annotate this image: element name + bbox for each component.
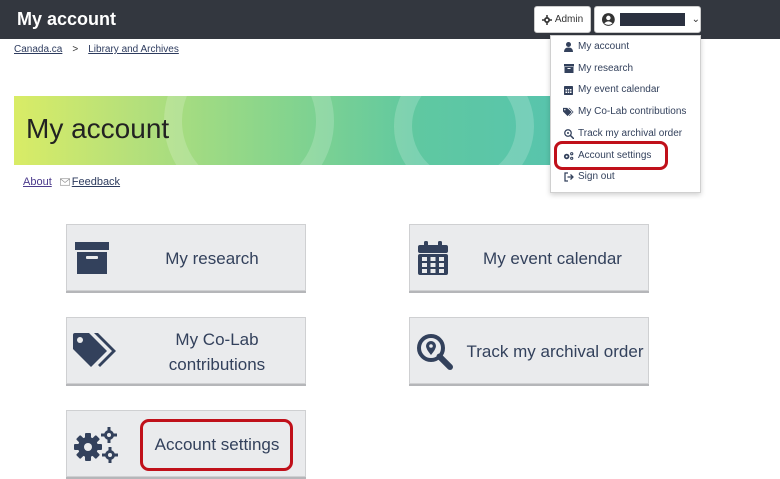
search-location-icon (563, 128, 574, 139)
track-archival-order-tile[interactable]: Track my archival order (409, 317, 649, 384)
menu-item-my-research[interactable]: My research (563, 63, 633, 74)
page-title: My account (26, 113, 170, 144)
about-link[interactable]: About (23, 176, 52, 188)
archive-box-icon (75, 242, 109, 274)
account-settings-tile[interactable]: Account settings (66, 410, 306, 477)
menu-item-my-colab-contributions[interactable]: My Co-Lab contributions (563, 106, 686, 117)
menu-item-label: Track my archival order (578, 128, 683, 139)
menu-item-label: My account (578, 41, 630, 52)
breadcrumb-separator: > (72, 44, 79, 55)
banner-swirl-decoration (164, 96, 334, 165)
menu-item-track-archival-order[interactable]: Track my archival order (563, 128, 682, 139)
search-location-icon (417, 334, 453, 370)
my-colab-contributions-tile[interactable]: My Co-Lab contributions (66, 317, 306, 384)
page-links: About Feedback (23, 176, 120, 188)
user-dropdown-menu: My account My research My event calendar… (550, 35, 701, 193)
archive-box-icon (563, 64, 574, 73)
menu-item-label: My research (578, 63, 634, 74)
feedback-link[interactable]: Feedback (72, 176, 120, 188)
envelope-icon (59, 178, 70, 186)
menu-item-label: My event calendar (578, 84, 660, 95)
tile-label: My research (165, 249, 259, 268)
menu-item-sign-out[interactable]: Sign out (563, 171, 615, 182)
page-banner: My account (14, 96, 594, 165)
menu-item-label: Sign out (578, 171, 615, 182)
menu-item-my-account[interactable]: My account (563, 41, 629, 52)
admin-button[interactable]: Admin (534, 6, 591, 33)
app-title: My account (17, 9, 117, 29)
top-bar: My account Admin ⌄ (0, 0, 780, 39)
tile-label-line: My Co-Lab (175, 330, 259, 349)
gears-icon (74, 427, 118, 463)
chevron-down-icon: ⌄ (691, 14, 700, 25)
tile-label-line: contributions (168, 355, 266, 374)
calendar-icon (418, 241, 448, 275)
tile-label: My Co-Lab contributions (147, 327, 287, 377)
breadcrumb-section-link[interactable]: Library and Archives (88, 44, 179, 55)
gear-icon (541, 14, 552, 25)
menu-item-my-event-calendar[interactable]: My event calendar (563, 84, 660, 95)
admin-button-label: Admin (554, 14, 584, 25)
breadcrumb: Canada.ca > Library and Archives (14, 44, 179, 55)
menu-item-label: My Co-Lab contributions (578, 106, 687, 117)
my-event-calendar-tile[interactable]: My event calendar (409, 224, 649, 291)
user-circle-icon (602, 13, 615, 26)
my-research-tile[interactable]: My research (66, 224, 306, 291)
tile-label: My event calendar (483, 249, 622, 268)
highlight-annotation (140, 419, 293, 471)
user-name-redacted (619, 13, 685, 26)
user-menu-button[interactable]: ⌄ (594, 6, 701, 33)
tags-icon (563, 107, 574, 116)
sign-out-icon (563, 171, 574, 182)
tags-icon (73, 333, 116, 367)
breadcrumb-home-link[interactable]: Canada.ca (14, 44, 62, 55)
banner-swirl-decoration (394, 96, 534, 165)
user-icon (564, 41, 573, 52)
highlight-annotation (554, 141, 668, 170)
tile-label: Track my archival order (466, 342, 644, 361)
calendar-icon (564, 85, 573, 95)
